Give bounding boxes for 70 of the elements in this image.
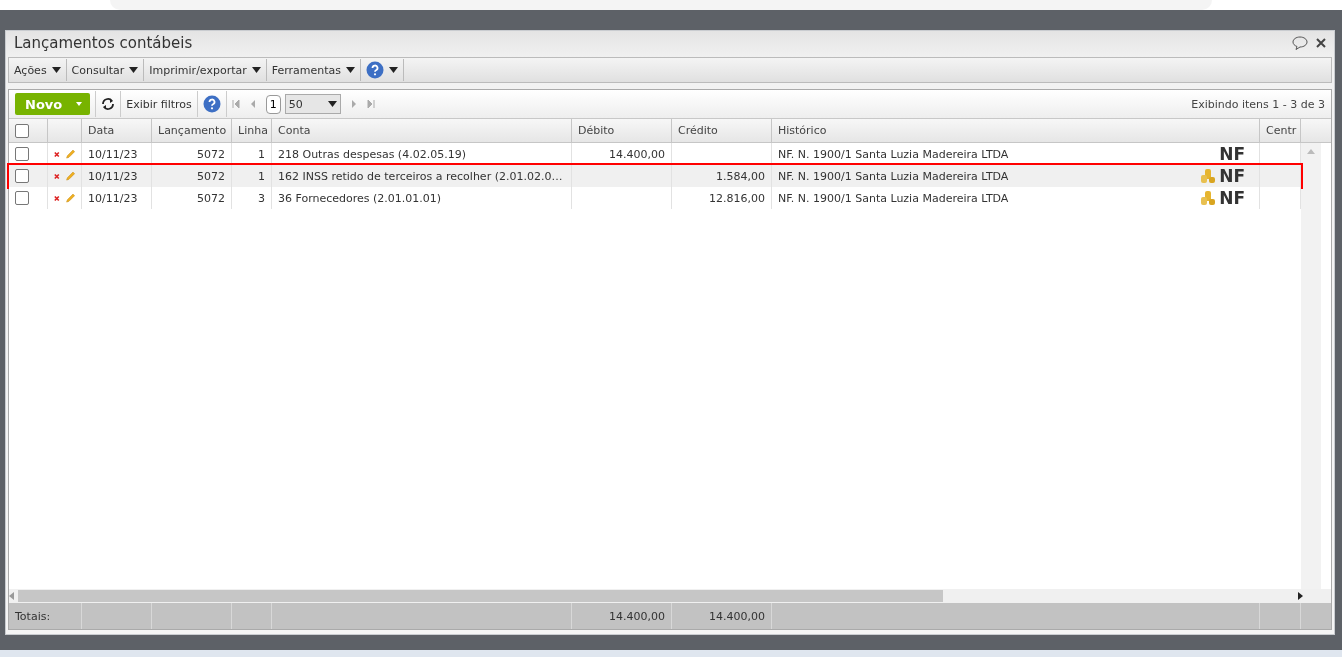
table-cell: 1.584,00 <box>716 169 765 183</box>
table-cell: 12.816,00 <box>709 191 765 205</box>
column-header[interactable]: Conta <box>278 124 311 137</box>
row-checkbox[interactable] <box>15 147 29 161</box>
nf-label[interactable]: NF <box>1219 188 1245 208</box>
dropdown-arrow-icon <box>251 67 261 73</box>
table-cell: 14.400,00 <box>609 609 665 623</box>
column-header[interactable]: Crédito <box>678 124 718 137</box>
first-page-icon[interactable] <box>231 100 240 108</box>
table-cell: 10/11/23 <box>88 147 138 161</box>
next-page-icon[interactable] <box>350 100 357 108</box>
row-checkbox[interactable] <box>15 191 29 205</box>
column-header[interactable]: Centr <box>1266 124 1297 137</box>
table-cell: 218 Outras despesas (4.02.05.19) <box>278 147 466 161</box>
column-header[interactable]: Lançamento <box>158 124 227 137</box>
page-size-select[interactable]: 50 <box>284 94 341 114</box>
menu-item[interactable]: Consultar <box>66 59 145 81</box>
column-header[interactable]: Linha <box>238 124 268 137</box>
table-cell: NF. N. 1900/1 Santa Luzia Madereira LTDA <box>778 169 1009 183</box>
table-cell: 3 <box>258 191 265 205</box>
totals-label: Totais: <box>15 609 51 623</box>
table-row[interactable]: 10/11/23 5072 1 162 INSS retido de terceiros a recolher (2.01.02.0… 1.584,00 NF. N. 1900/1 Santa Luzia Madereira LTDA NF <box>9 165 1301 187</box>
table-cell: 5072 <box>197 147 225 161</box>
show-filters-button[interactable]: Exibir filtros <box>126 97 192 111</box>
help-icon[interactable] <box>366 61 385 79</box>
nf-label[interactable]: NF <box>1219 144 1245 164</box>
last-page-icon[interactable] <box>366 100 375 108</box>
menu-item[interactable]: Imprimir/exportar <box>144 59 267 81</box>
select-all-checkbox[interactable] <box>15 123 29 138</box>
table-cell: 162 INSS retido de terceiros a recolher (2.01.02.0… <box>278 169 563 183</box>
delete-icon[interactable] <box>54 172 60 180</box>
dropdown-arrow-icon <box>327 101 337 107</box>
delete-icon[interactable] <box>54 194 60 202</box>
table-cell: 5072 <box>197 169 225 183</box>
table-cell: NF. N. 1900/1 Santa Luzia Madereira LTDA <box>778 191 1009 205</box>
window-title: Lançamentos contábeis <box>14 34 193 52</box>
table-row[interactable]: 10/11/23 5072 1 218 Outras despesas (4.02.05.19) 14.400,00 NF. N. 1900/1 Santa Luzia Madereira LTDA NF <box>9 143 1301 165</box>
help-icon[interactable] <box>202 95 221 113</box>
items-status: Exibindo itens 1 - 3 de 3 <box>1191 97 1325 111</box>
dropdown-arrow-icon <box>346 67 356 73</box>
table-cell: 14.400,00 <box>609 147 665 161</box>
dropdown-arrow-icon <box>51 67 61 73</box>
table-cell: 1 <box>258 147 265 161</box>
previous-page-icon[interactable] <box>249 100 256 108</box>
caret-icon <box>76 102 83 106</box>
close-icon[interactable] <box>1316 38 1326 48</box>
scroll-left-icon[interactable] <box>9 592 14 600</box>
dropdown-arrow-icon <box>129 67 139 73</box>
column-header[interactable]: Histórico <box>778 124 827 137</box>
table-cell: 1 <box>258 169 265 183</box>
table-cell: 10/11/23 <box>88 191 138 205</box>
speech-bubble-icon[interactable] <box>1292 36 1308 50</box>
menu-item[interactable]: Ações <box>9 59 67 81</box>
table-cell: 5072 <box>197 191 225 205</box>
menu-item[interactable]: Ferramentas <box>266 59 362 81</box>
column-header[interactable]: Data <box>88 124 115 137</box>
table-cell: 10/11/23 <box>88 169 138 183</box>
scrollbar-thumb[interactable] <box>18 590 943 602</box>
column-header[interactable]: Débito <box>578 124 615 137</box>
coins-icon[interactable] <box>1200 190 1217 206</box>
nf-label[interactable]: NF <box>1219 166 1245 186</box>
refresh-icon[interactable] <box>101 98 116 110</box>
table-cell: 14.400,00 <box>709 609 765 623</box>
table-cell: 36 Fornecedores (2.01.01.01) <box>278 191 442 205</box>
delete-icon[interactable] <box>54 150 60 158</box>
table-cell: NF. N. 1900/1 Santa Luzia Madereira LTDA <box>778 147 1009 161</box>
row-checkbox[interactable] <box>15 169 29 183</box>
page-field[interactable]: 1 <box>265 94 281 114</box>
scroll-right-icon[interactable] <box>1298 592 1303 600</box>
dropdown-arrow-icon <box>389 67 399 73</box>
